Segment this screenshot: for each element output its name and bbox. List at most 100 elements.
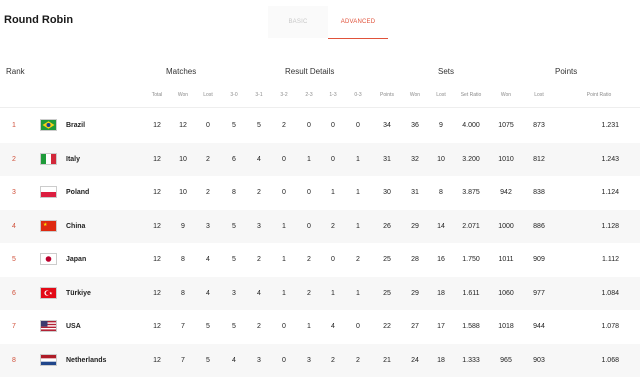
cell-0-3: 0 [356,323,360,330]
rank-cell: 1 [12,122,16,129]
china-flag-icon: ★ [40,219,57,232]
cell-points-won: 1011 [498,256,514,263]
rank-cell: 7 [12,323,16,330]
cell-points-lost: 886 [533,222,545,230]
cell-points-lost: 873 [533,122,545,129]
rank-cell: 4 [12,222,16,230]
cell-points-won: 1075 [498,122,514,129]
cell-points-won: 1060 [498,289,514,297]
cell-points-lost: 977 [533,289,545,297]
tab-basic[interactable]: BASIC [268,6,328,38]
cell-points-won: 1000 [498,222,514,230]
table-row[interactable]: 7 USA 12 7 5 5 2 0 1 4 0 22 27 17 1.588 1018 944 1.078 [0,310,640,343]
team-name[interactable]: USA [66,310,81,343]
cell-points-lost: 838 [533,189,545,196]
cell-points-lost: 903 [533,356,545,364]
poland-flag-icon [40,186,57,198]
cell-points: 25 [383,256,391,263]
cell-points: 31 [383,155,391,163]
tab-advanced[interactable]: ADVANCED [328,6,388,39]
cell-point-ratio: 1.231 [601,122,619,129]
cell-point-ratio: 1.112 [602,256,619,263]
team-name[interactable]: Italy [66,143,80,176]
cell-sets-lost: 17 [437,323,445,330]
cell-point-ratio: 1.124 [601,189,619,196]
cell-points: 21 [383,356,391,364]
cell-point-ratio: 1.078 [601,323,619,330]
team-name[interactable]: Japan [66,243,86,276]
cell-sets-lost: 18 [437,356,445,364]
page-title: Round Robin [4,14,74,26]
cell-point-ratio: 1.243 [601,155,619,163]
cell-points: 34 [383,122,391,129]
cell-point-ratio: 1.068 [601,356,619,364]
cell-points: 26 [383,222,391,230]
result-details-header: Result Details [285,67,335,76]
col-header-points: Points [380,92,394,98]
cell-points-won: 1018 [498,323,514,330]
cell-points: 25 [383,289,391,297]
matches-header: Matches [166,67,197,76]
svg-text:★: ★ [49,290,53,295]
team-name[interactable]: Netherlands [66,344,106,377]
cell-points-lost: 909 [533,256,545,263]
cell-set-ratio: 4.000 [462,122,480,129]
cell-points-lost: 812 [533,155,545,163]
cell-set-ratio: 3.875 [462,189,480,196]
team-name[interactable]: Türkiye [66,277,91,310]
rank-cell: 6 [12,289,16,297]
cell-sets-lost: 8 [439,189,443,196]
header-divider [0,107,640,108]
brazil-flag-icon [40,119,57,131]
cell-points-won: 965 [500,356,512,364]
col-header-0-3: 0-3 [354,92,362,98]
team-name[interactable]: China [66,210,85,243]
team-name[interactable]: Poland [66,176,89,209]
rank-cell: 5 [12,256,16,263]
table-row[interactable]: 8 Netherlands 12 7 5 4 3 0 3 2 2 21 24 18 1.333 965 903 1… [0,343,640,377]
team-name[interactable]: Brazil [66,109,85,142]
cell-points-lost: 944 [533,323,545,330]
cell-points: 22 [383,323,391,330]
cell-0-3: 1 [356,189,360,196]
cell-0-3: 0 [356,122,360,129]
cell-0-3: 1 [356,289,360,297]
rank-cell: 3 [12,189,16,196]
table-row[interactable]: 2 Italy 12 10 2 6 4 0 1 0 1 31 32 10 3.200 1010 812 1.243 [0,142,640,176]
cell-set-ratio: 1.750 [462,256,480,263]
sets-header: Sets [438,67,455,76]
cell-0-3: 2 [356,256,360,263]
col-header-point-ratio: Point Ratio [586,92,612,98]
cell-sets-lost: 14 [437,222,445,230]
cell-points-won: 942 [500,189,512,196]
cell-set-ratio: 3.200 [462,155,480,163]
turkey-flag-icon: ★ [40,286,57,299]
netherlands-flag-icon [40,353,57,366]
cell-set-ratio: 1.333 [462,356,480,364]
col-header-points-won: Won [500,92,512,98]
cell-sets-lost: 9 [439,122,443,129]
cell-0-3: 1 [356,155,360,163]
table-row[interactable]: 4 ★ China 12 9 3 5 3 1 0 2 1 26 29 14 2.071 1000 886 1.128 [0,209,640,243]
cell-points: 30 [383,189,391,196]
col-header-sets-lost: Lost [436,92,446,98]
table-row[interactable]: 5 Japan 12 8 4 5 2 1 2 0 2 25 28 16 1.750 1011 909 1.112 [0,243,640,276]
cell-point-ratio: 1.128 [601,222,619,230]
cell-sets-lost: 18 [437,289,445,297]
cell-point-ratio: 1.084 [601,289,619,297]
table-row[interactable]: 6 ★ Türkiye 12 8 4 3 4 1 2 1 1 25 29 18 1.611 1060 977 1.0… [0,276,640,310]
table-row[interactable]: 1 Brazil 12 12 0 5 5 2 0 0 0 34 36 9 4.000 1075 873 1.231 [0,109,640,142]
rank-cell: 8 [12,356,16,364]
col-header-points-lost: Lost [534,92,544,98]
svg-text:★: ★ [43,222,48,228]
table-row[interactable]: 3 Poland 12 10 2 8 2 0 0 1 1 30 31 8 3.875 942 838 1.124 [0,176,640,209]
italy-flag-icon [40,152,57,165]
cell-sets-lost: 16 [437,256,445,263]
cell-sets-lost: 10 [437,155,445,163]
rank-header: Rank [6,67,25,76]
usa-flag-icon [40,320,57,332]
col-header-set-ratio: Set Ratio [460,92,482,98]
cell-points-won: 1010 [498,155,514,163]
view-tabs: BASIC ADVANCED [268,6,388,39]
rank-cell: 2 [12,155,16,163]
